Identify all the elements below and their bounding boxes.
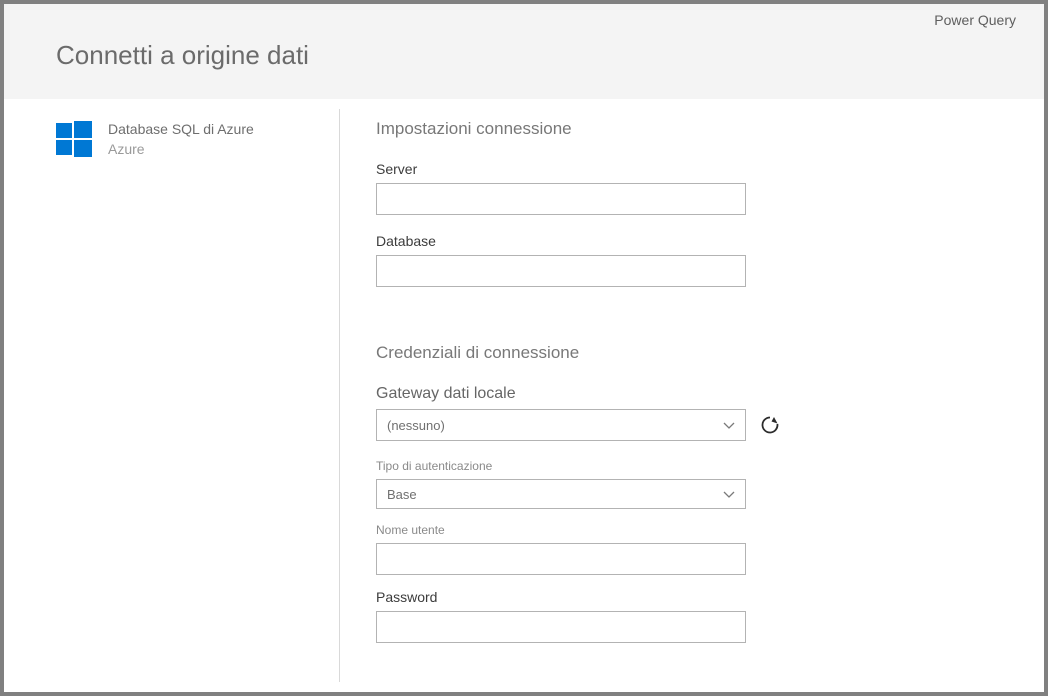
auth-type-block: Tipo di autenticazione Base: [376, 459, 1044, 509]
server-label: Server: [376, 161, 1044, 177]
gateway-select-wrap: (nessuno): [376, 409, 746, 441]
source-info: Database SQL di Azure Azure: [108, 121, 254, 157]
brand-label: Power Query: [934, 12, 1016, 28]
database-input[interactable]: [376, 255, 746, 287]
username-input[interactable]: [376, 543, 746, 575]
password-label: Password: [376, 589, 1044, 605]
dialog-header: Power Query Connetti a origine dati: [4, 4, 1044, 99]
auth-type-select[interactable]: Base: [376, 479, 746, 509]
source-subtitle: Azure: [108, 141, 254, 157]
connection-settings-title: Impostazioni connessione: [376, 119, 1044, 139]
form-panel: Impostazioni connessione Server Database…: [340, 99, 1044, 692]
database-label: Database: [376, 233, 1044, 249]
gateway-select[interactable]: (nessuno): [376, 409, 746, 441]
source-panel: Database SQL di Azure Azure: [4, 99, 339, 692]
gateway-selected-value: (nessuno): [387, 418, 445, 433]
auth-type-label: Tipo di autenticazione: [376, 459, 1044, 473]
page-title: Connetti a origine dati: [4, 4, 1044, 71]
credentials-title: Credenziali di connessione: [376, 343, 1044, 363]
database-field-block: Database: [376, 233, 1044, 287]
gateway-row: (nessuno): [376, 409, 1044, 441]
refresh-icon: [760, 415, 780, 435]
dialog-window: Power Query Connetti a origine dati Data…: [4, 4, 1044, 692]
password-input[interactable]: [376, 611, 746, 643]
source-title: Database SQL di Azure: [108, 121, 254, 137]
gateway-label: Gateway dati locale: [376, 385, 1044, 403]
server-field-block: Server: [376, 161, 1044, 215]
username-block: Nome utente: [376, 523, 1044, 575]
password-block: Password: [376, 589, 1044, 643]
auth-type-select-wrap: Base: [376, 479, 746, 509]
username-label: Nome utente: [376, 523, 1044, 537]
refresh-button[interactable]: [758, 413, 782, 437]
windows-icon: [56, 121, 92, 157]
dialog-body: Database SQL di Azure Azure Impostazioni…: [4, 99, 1044, 692]
auth-type-selected-value: Base: [387, 487, 417, 502]
server-input[interactable]: [376, 183, 746, 215]
